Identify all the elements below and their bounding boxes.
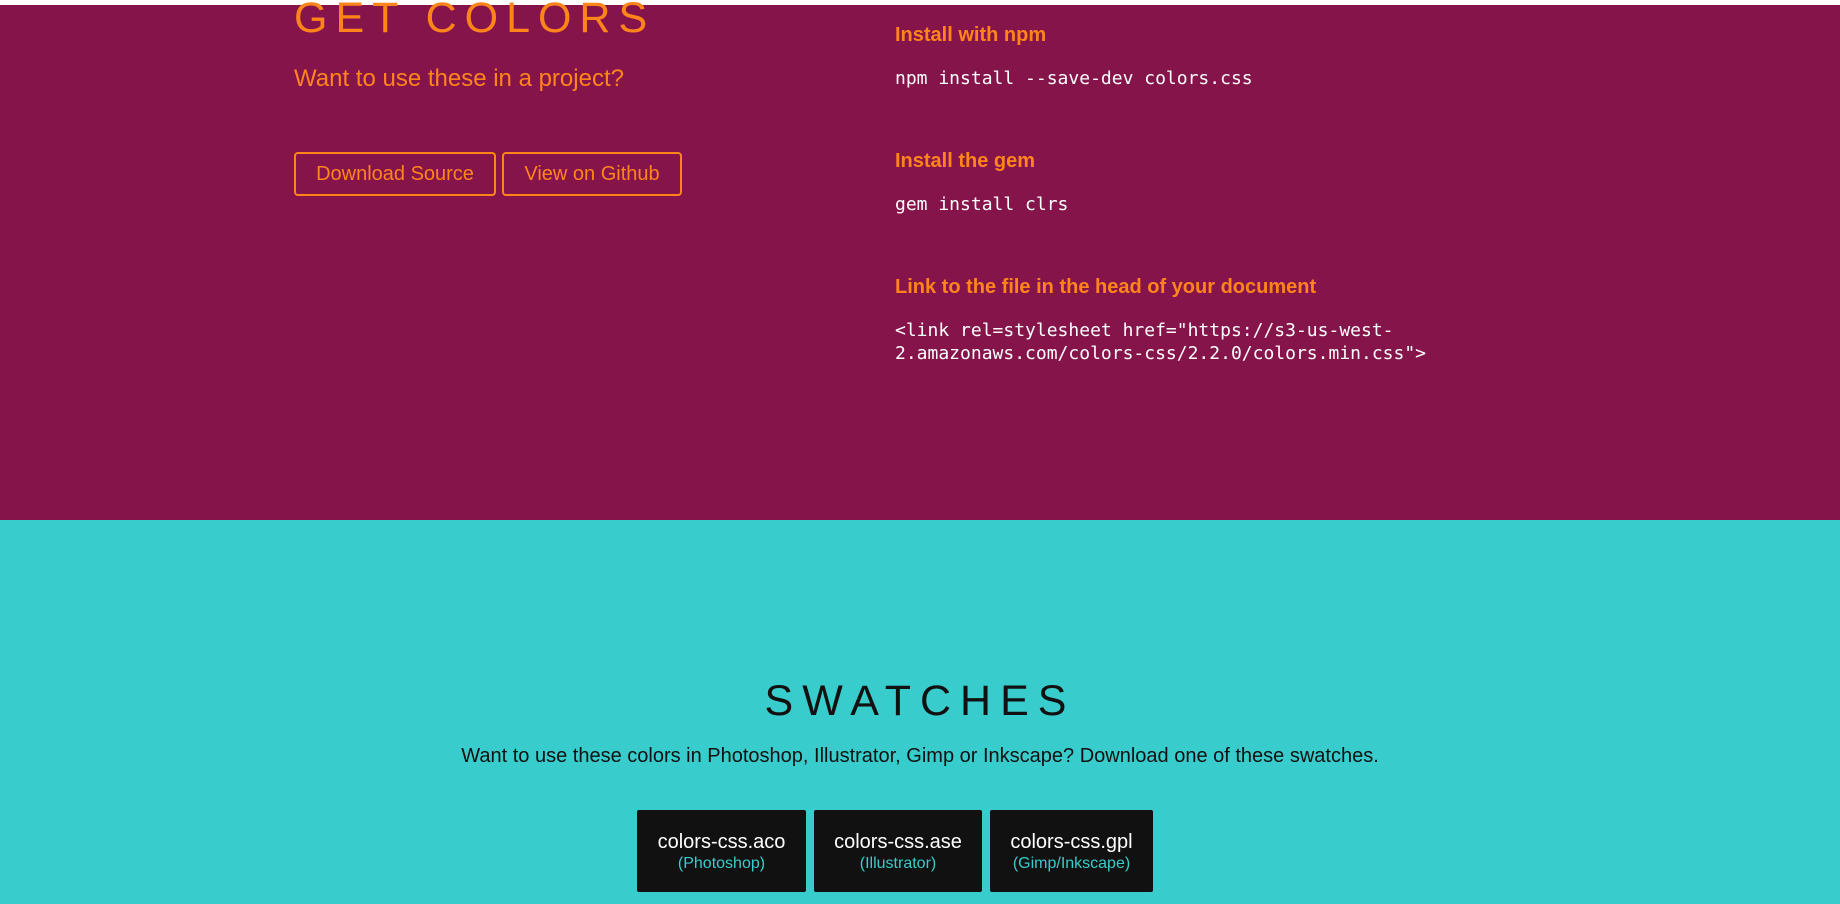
install-npm-code[interactable]: npm install --save-dev colors.css (895, 67, 1795, 90)
swatch-aco-app: (Photoshop) (677, 854, 766, 872)
install-gem-code[interactable]: gem install clrs (895, 193, 1795, 216)
swatch-ase-app: (Illustrator) (859, 854, 937, 872)
get-colors-subtitle: Want to use these in a project? (294, 65, 624, 92)
swatches-description: Want to use these colors in Photoshop, I… (461, 745, 1379, 767)
install-npm-heading: Install with npm (895, 24, 1047, 46)
swatch-ase-button[interactable]: colors-css.ase (Illustrator) (814, 810, 982, 892)
swatches-button-row: colors-css.aco (Photoshop) colors-css.as… (637, 810, 1153, 892)
install-gem-block: Install the gem gem install clrs (895, 149, 1795, 216)
swatch-ase-filename: colors-css.ase (834, 830, 962, 853)
swatch-aco-filename: colors-css.aco (657, 830, 786, 853)
view-on-github-button[interactable]: View on Github (502, 152, 682, 196)
download-source-button[interactable]: Download Source (294, 152, 496, 196)
swatches-section: SWATCHES Want to use these colors in Pho… (0, 520, 1840, 904)
swatches-title: SWATCHES (764, 677, 1076, 725)
swatch-gpl-button[interactable]: colors-css.gpl (Gimp/Inkscape) (990, 810, 1153, 892)
get-colors-section: GET COLORS Want to use these in a projec… (0, 0, 1840, 520)
install-gem-heading: Install the gem (895, 150, 1036, 172)
link-stylesheet-code[interactable]: <link rel=stylesheet href="https://s3-us… (895, 319, 1795, 365)
get-colors-button-row: Download Source View on Github (294, 152, 682, 196)
swatch-aco-button[interactable]: colors-css.aco (Photoshop) (637, 810, 806, 892)
swatch-gpl-filename: colors-css.gpl (1010, 830, 1133, 853)
link-stylesheet-block: Link to the file in the head of your doc… (895, 275, 1795, 365)
link-stylesheet-heading: Link to the file in the head of your doc… (895, 276, 1317, 298)
swatch-gpl-app: (Gimp/Inkscape) (1012, 854, 1131, 872)
get-colors-title: GET COLORS (294, 0, 656, 42)
install-npm-block: Install with npm npm install --save-dev … (895, 23, 1795, 90)
